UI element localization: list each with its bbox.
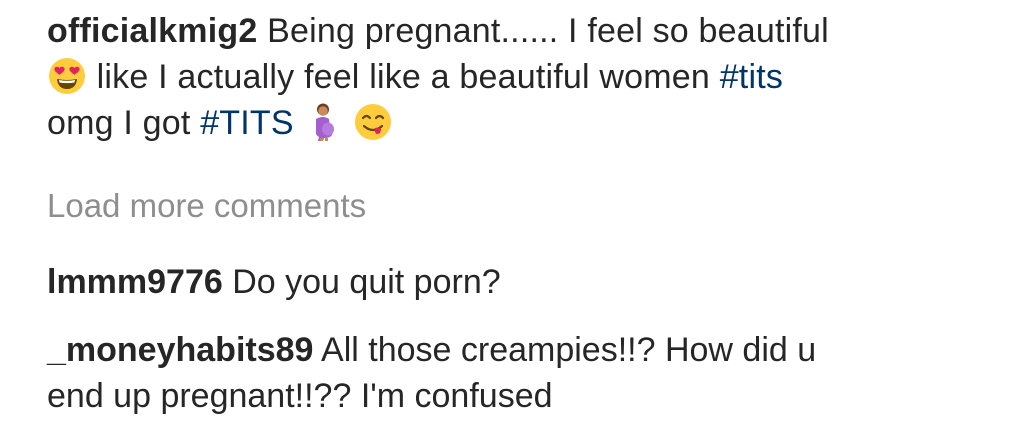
hashtag-link-tits[interactable]: #tits bbox=[720, 58, 783, 96]
yum-face-emoji-icon bbox=[353, 102, 393, 142]
comment-username[interactable]: lmmm9776 bbox=[47, 263, 223, 301]
caption-text-part3: omg I got bbox=[47, 104, 191, 142]
caption-text-part2: like I actually feel like a beautiful wo… bbox=[96, 58, 711, 96]
comment-text: Do you quit porn? bbox=[232, 263, 501, 301]
comment-username[interactable]: _moneyhabits89 bbox=[47, 331, 313, 369]
hashtag-link-TITS[interactable]: #TITS bbox=[200, 104, 294, 142]
heart-eyes-emoji-icon bbox=[47, 56, 87, 96]
comment-item: lmmm9776 Do you quit porn? bbox=[47, 259, 1007, 305]
load-more-comments-button[interactable]: Load more comments bbox=[47, 184, 366, 228]
pregnant-woman-emoji-icon bbox=[303, 102, 343, 142]
comment-item: _moneyhabits89 All those creampies!!? Ho… bbox=[47, 327, 1007, 419]
post-username[interactable]: officialkmig2 bbox=[47, 12, 257, 50]
post-caption: officialkmig2 Being pregnant...... I fee… bbox=[47, 8, 1007, 146]
caption-text-part1: Being pregnant...... I feel so beautiful bbox=[267, 12, 829, 50]
comment-text-line2: end up pregnant!!?? I'm confused bbox=[47, 377, 553, 415]
comment-text-line1: All those creampies!!? How did u bbox=[321, 331, 817, 369]
